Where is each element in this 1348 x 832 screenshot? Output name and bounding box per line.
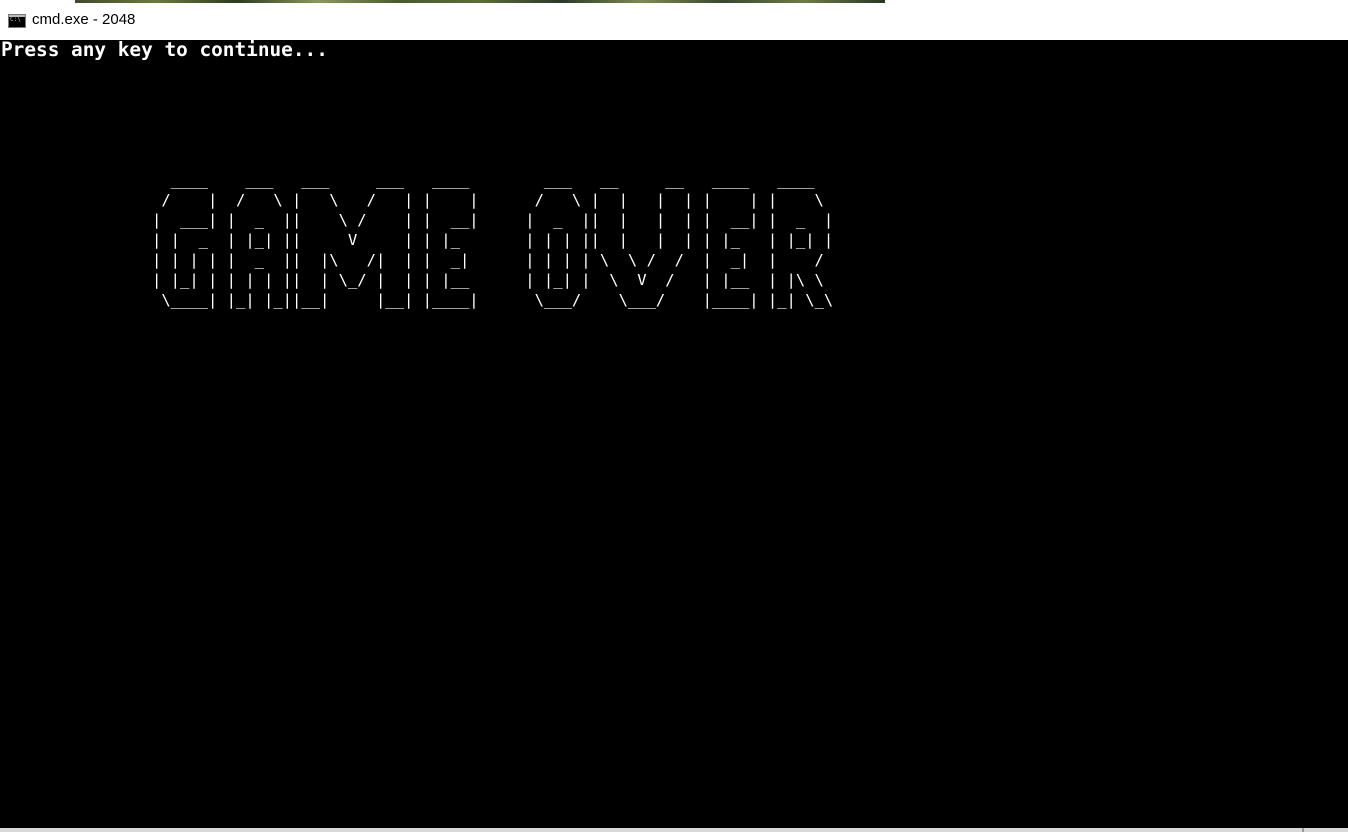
title-bar[interactable]: cmd.exe - 2048 bbox=[0, 0, 1348, 40]
console-window: cmd.exe - 2048 Press any key to continue… bbox=[0, 0, 1348, 832]
game-over-ascii-art: ____ ___ ___ ___ ____ ___ __ __ ____ ___… bbox=[152, 171, 834, 309]
window-bottom-border bbox=[0, 828, 1348, 832]
resize-grip[interactable] bbox=[1302, 828, 1304, 832]
wallpaper-band bbox=[75, 0, 885, 3]
console-app-icon[interactable] bbox=[8, 14, 26, 28]
desktop-background-strip bbox=[0, 0, 1348, 3]
continue-prompt: Press any key to continue... bbox=[1, 40, 328, 61]
window-title: cmd.exe - 2048 bbox=[32, 11, 136, 28]
console-output[interactable]: Press any key to continue... ____ ___ __… bbox=[0, 40, 1348, 828]
